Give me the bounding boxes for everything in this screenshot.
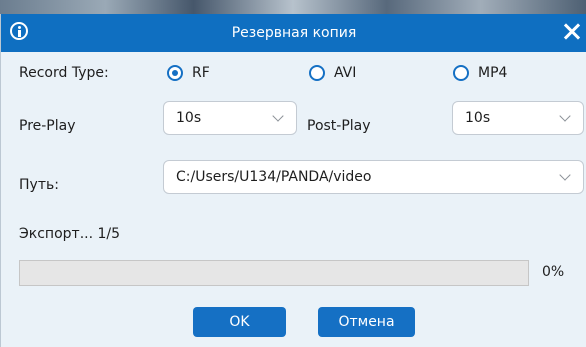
ok-button[interactable]: OK xyxy=(193,307,286,337)
pre-play-label: Pre-Play xyxy=(19,118,76,134)
export-status: Экспорт... 1/5 xyxy=(19,226,121,242)
background-photo xyxy=(0,0,586,14)
chevron-down-icon xyxy=(559,169,571,181)
pre-play-select[interactable]: 10s xyxy=(163,101,297,135)
radio-rf-indicator[interactable] xyxy=(167,65,183,81)
export-progress-bar xyxy=(19,260,529,286)
radio-rf-label: RF xyxy=(192,65,210,81)
radio-avi-label: AVI xyxy=(334,65,357,81)
radio-avi[interactable]: AVI xyxy=(309,65,356,81)
export-percent: 0% xyxy=(542,264,565,280)
radio-mp4[interactable]: MP4 xyxy=(453,65,507,81)
record-type-label: Record Type: xyxy=(19,65,109,81)
radio-mp4-indicator[interactable] xyxy=(453,65,469,81)
path-select[interactable]: C:/Users/U134/PANDA/video xyxy=(163,160,584,194)
pre-play-value: 10s xyxy=(176,110,202,126)
path-value: C:/Users/U134/PANDA/video xyxy=(176,169,372,185)
post-play-value: 10s xyxy=(465,110,491,126)
cancel-button[interactable]: Отмена xyxy=(318,307,415,337)
close-icon[interactable] xyxy=(561,21,583,43)
dialog-title: Резервная копия xyxy=(231,25,357,41)
chevron-down-icon xyxy=(559,110,571,122)
radio-avi-indicator[interactable] xyxy=(309,65,325,81)
backup-dialog: Резервная копия Record Type: RF AVI MP4 … xyxy=(0,14,586,347)
post-play-label: Post-Play xyxy=(307,118,371,134)
radio-rf[interactable]: RF xyxy=(167,65,210,81)
radio-mp4-label: MP4 xyxy=(478,65,508,81)
post-play-select[interactable]: 10s xyxy=(452,101,584,135)
path-label: Путь: xyxy=(19,177,59,193)
dialog-titlebar: Резервная копия xyxy=(1,14,586,52)
chevron-down-icon xyxy=(272,110,284,122)
